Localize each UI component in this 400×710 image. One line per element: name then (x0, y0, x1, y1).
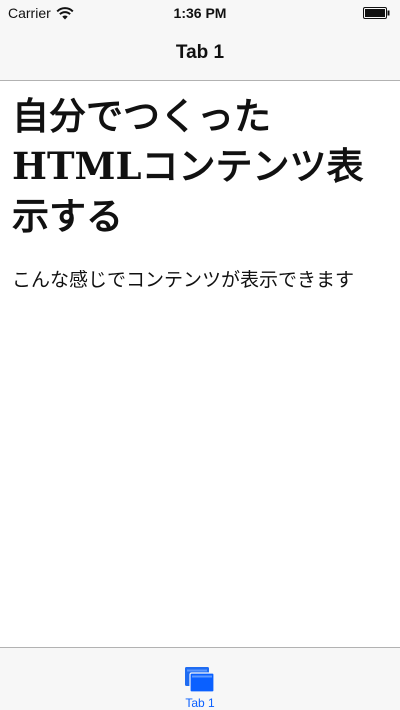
navigation-bar: Tab 1 (0, 26, 400, 81)
tab-windows-icon (185, 667, 215, 693)
tab-1[interactable]: Tab 1 (184, 666, 216, 710)
wifi-icon (56, 6, 74, 19)
content-heading: 自分でつくったHTMLコンテンツ表示する (12, 94, 364, 238)
tab-1-label: Tab 1 (185, 696, 215, 710)
status-right (363, 7, 390, 19)
tab-bar: Tab 1 (0, 647, 400, 710)
nav-title: Tab 1 (175, 42, 225, 63)
status-time: 1:36 PM (173, 5, 227, 21)
content-body-text: こんな感じでコンテンツが表示できます (12, 269, 355, 291)
status-left: Carrier (8, 5, 74, 21)
web-content: 自分でつくったHTMLコンテンツ表示する こんな感じでコンテンツが表示できます (0, 81, 400, 647)
battery-icon (363, 7, 390, 19)
status-bar: Carrier 1:36 PM (0, 0, 400, 26)
carrier-label: Carrier (8, 5, 51, 21)
